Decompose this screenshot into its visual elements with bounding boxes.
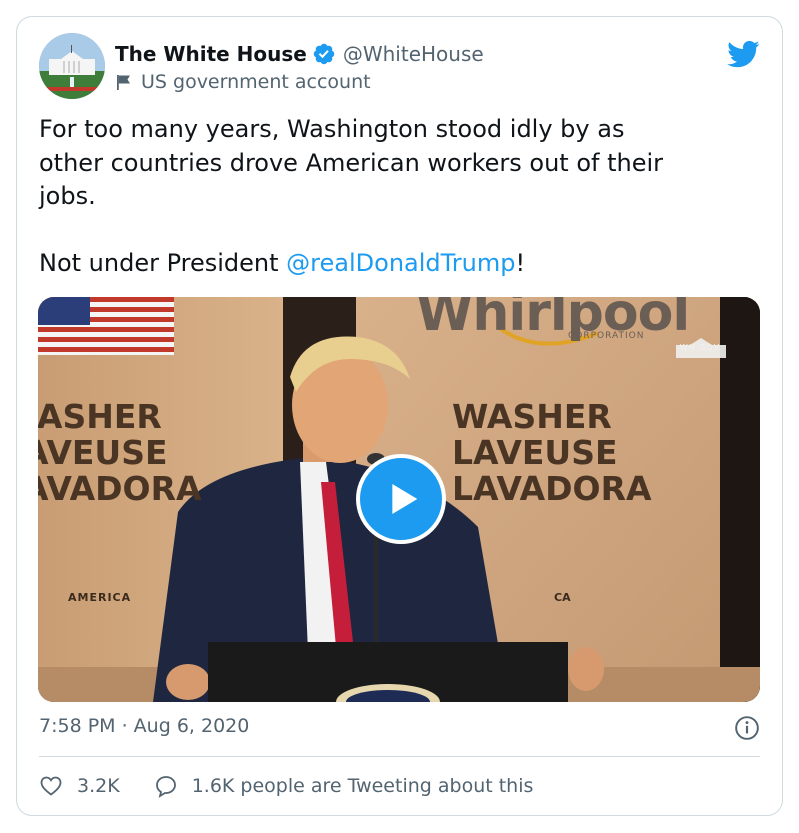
box-origin-right: CA bbox=[554, 591, 571, 604]
wh-gov-watermark: WH.GOV bbox=[679, 343, 721, 352]
heart-icon bbox=[40, 776, 62, 796]
play-icon bbox=[392, 484, 418, 514]
video-player[interactable]: Whirlpool CORPORATION WH.GOV WASHER LAVE… bbox=[38, 297, 760, 702]
tweet-card[interactable]: The White House @WhiteHouse US governmen… bbox=[16, 16, 783, 816]
tweet-text: For too many years, Washington stood idl… bbox=[39, 113, 759, 281]
box-origin-left: AMERICA bbox=[68, 591, 132, 604]
flag-icon bbox=[117, 75, 130, 90]
handle[interactable]: @WhiteHouse bbox=[343, 42, 484, 66]
info-icon[interactable] bbox=[734, 715, 760, 741]
speech-bubble-icon bbox=[155, 776, 176, 798]
mention-link[interactable]: @realDonaldTrump bbox=[286, 249, 515, 277]
white-house-avatar-image bbox=[39, 33, 105, 99]
avatar[interactable] bbox=[39, 33, 105, 99]
verified-badge-icon bbox=[313, 43, 335, 65]
tweeting-about-text: 1.6K people are Tweeting about this bbox=[191, 775, 534, 797]
video-brand-subtext: CORPORATION bbox=[568, 331, 645, 341]
like-button[interactable]: 3.2K bbox=[39, 774, 120, 798]
twitter-bird-icon[interactable] bbox=[726, 37, 760, 71]
tweet-actions: 3.2K 1.6K people are Tweeting about this bbox=[39, 771, 533, 801]
tweet-text-end: ! bbox=[515, 249, 526, 277]
box-text-right: WASHER LAVEUSE LAVADORA bbox=[452, 397, 652, 508]
display-name[interactable]: The White House bbox=[115, 42, 307, 66]
box-text-left: WASHER LAVEUSE LAVADORA bbox=[38, 397, 202, 508]
divider bbox=[39, 756, 760, 757]
play-button[interactable] bbox=[356, 454, 446, 544]
video-brand-text: Whirlpool bbox=[416, 297, 690, 343]
tweeting-about-link[interactable]: 1.6K people are Tweeting about this bbox=[154, 774, 534, 798]
tweet-timestamp[interactable]: 7:58 PM · Aug 6, 2020 bbox=[39, 715, 249, 737]
like-count: 3.2K bbox=[77, 775, 120, 797]
account-label: US government account bbox=[141, 71, 371, 93]
